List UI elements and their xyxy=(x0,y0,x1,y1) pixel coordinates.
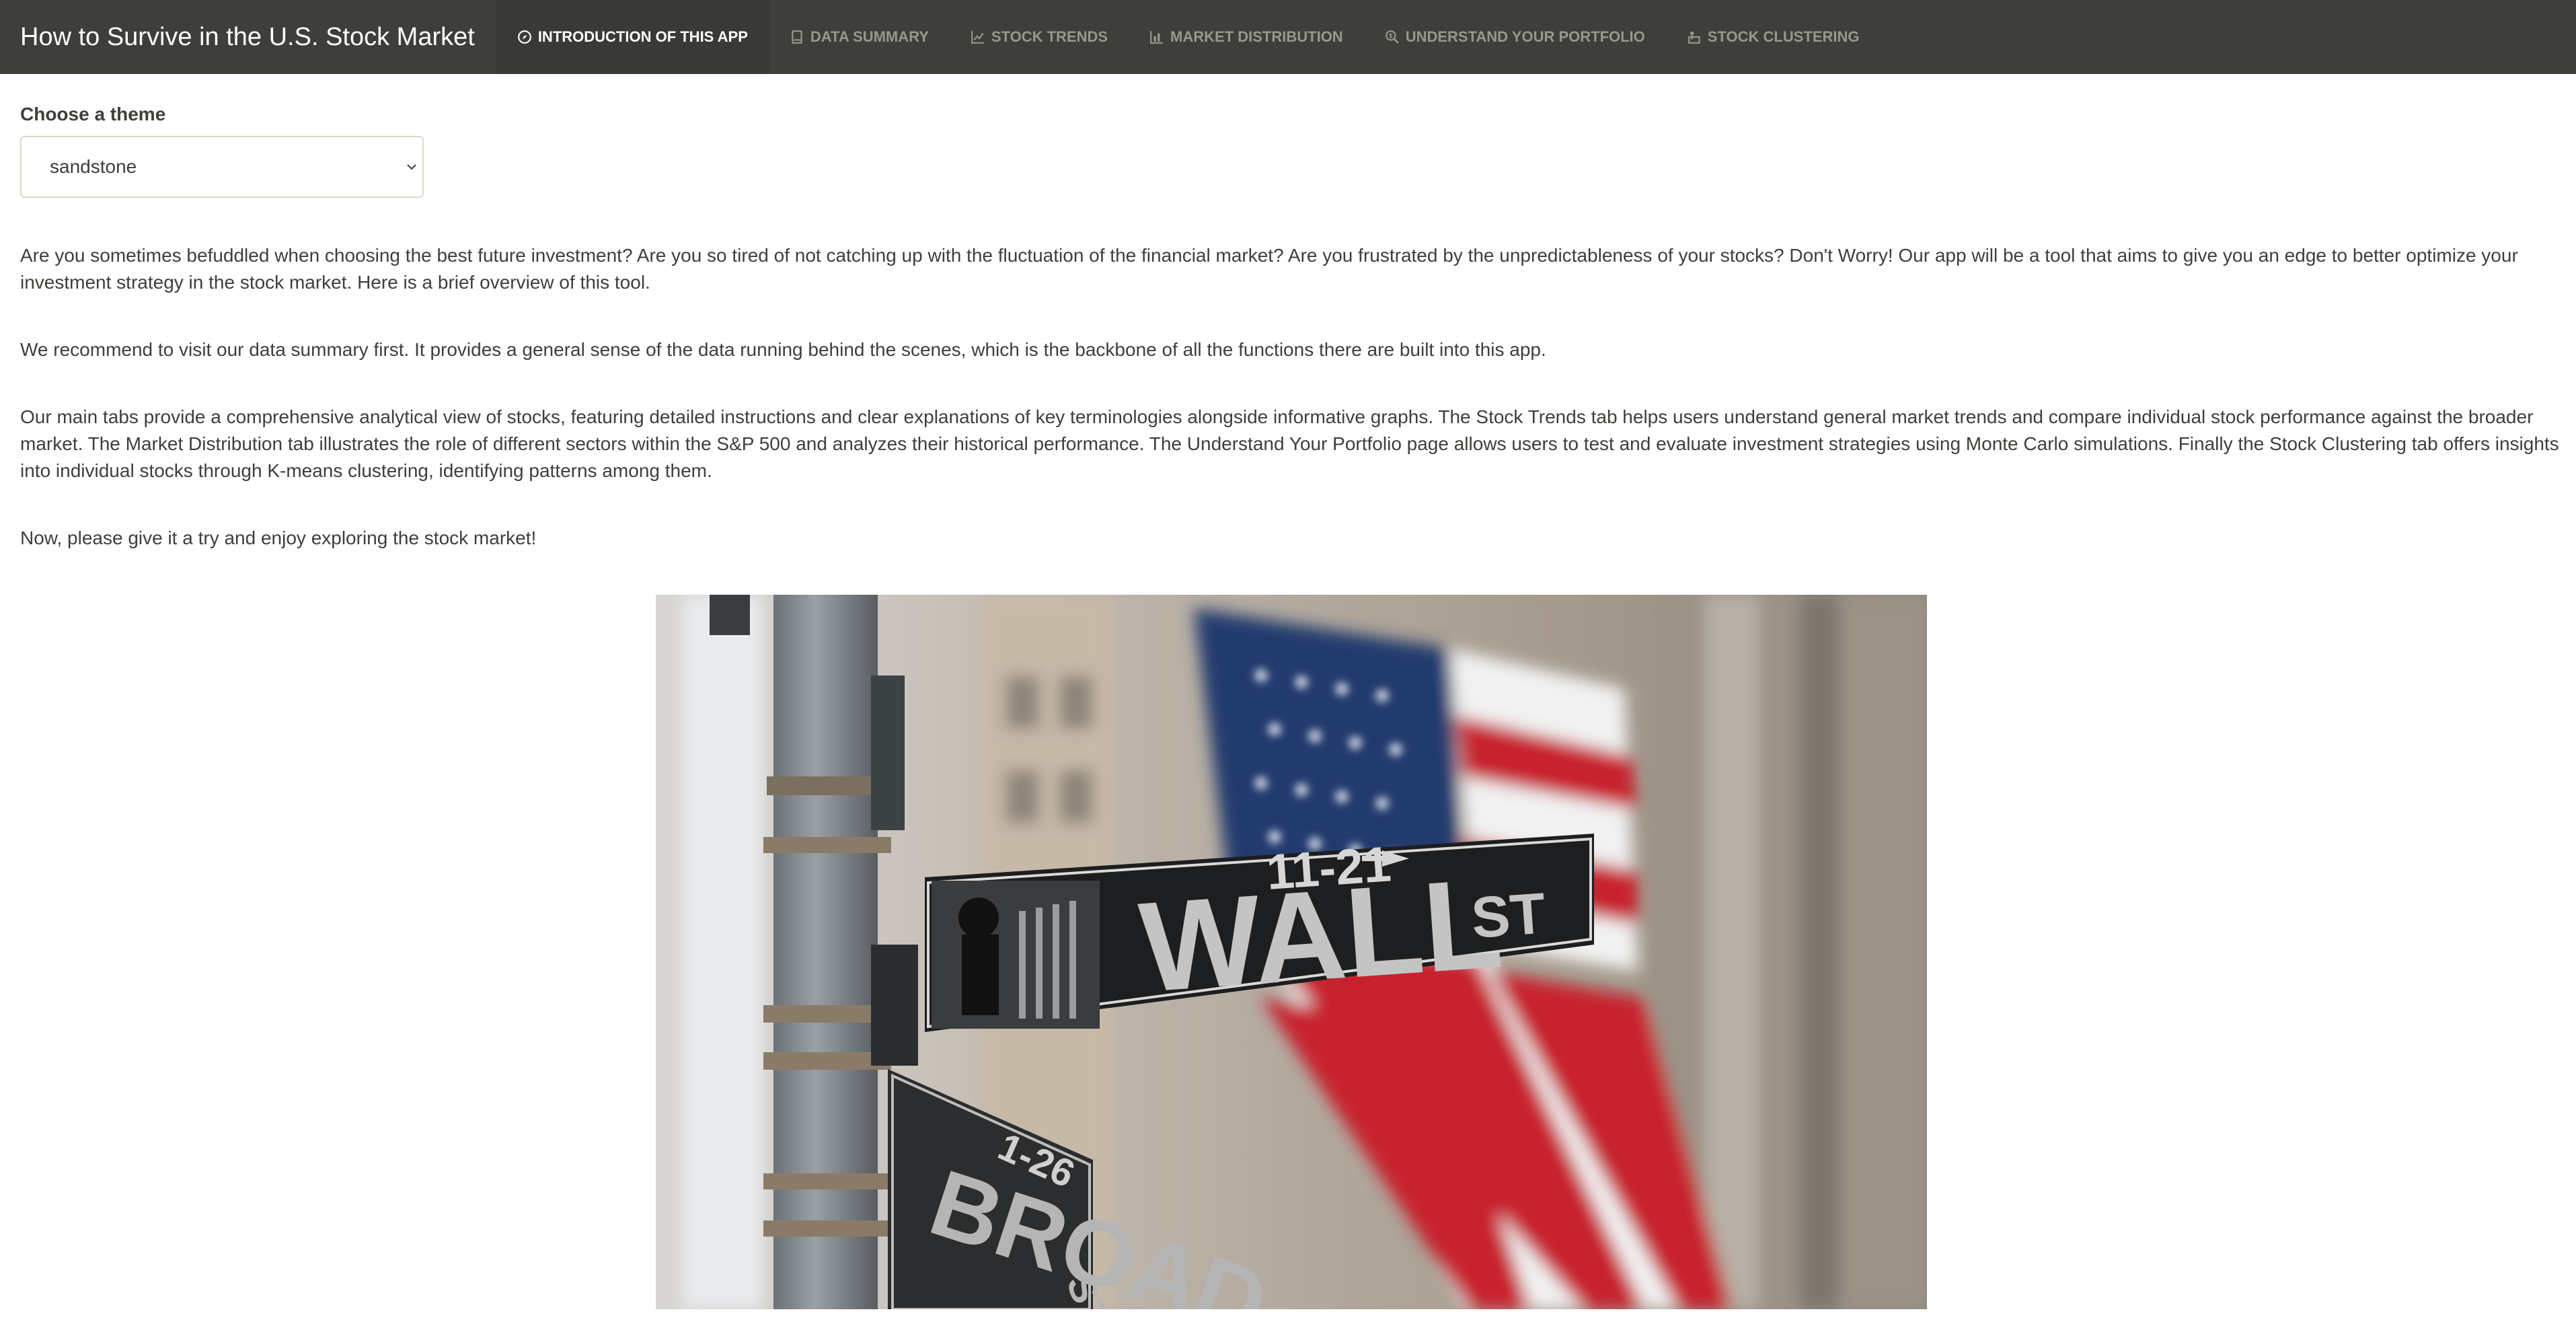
intro-paragraph-2: We recommend to visit our data summary f… xyxy=(20,339,1546,360)
intro-paragraph-4: Now, please give it a try and enjoy expl… xyxy=(20,527,537,548)
wall-street-photo: 11-21 WALL ST 1-26 BROAD ST xyxy=(656,595,1927,1309)
tab-market-distribution[interactable]: Market Distribution xyxy=(1129,0,1364,74)
top-navbar: How to Survive in the U.S. Stock Market … xyxy=(0,0,2576,74)
theme-select[interactable]: sandstone xyxy=(20,136,424,198)
intro-paragraph-3: Our main tabs provide a comprehensive an… xyxy=(20,406,2559,481)
tab-stock-trends[interactable]: Stock Trends xyxy=(950,0,1129,74)
book-icon xyxy=(790,30,804,44)
line-chart-icon xyxy=(971,30,985,44)
svg-text:$: $ xyxy=(1388,33,1392,40)
tab-data-summary[interactable]: Data Summary xyxy=(769,0,950,74)
nav-tabs: Introduction of this app Data Summary St… xyxy=(496,0,1881,74)
tab-stock-trends-label: Stock Trends xyxy=(991,28,1108,45)
tab-data-summary-label: Data Summary xyxy=(810,28,929,45)
sign-top-suffix: ST xyxy=(1470,881,1548,951)
chevron-down-icon xyxy=(405,160,418,174)
tab-understand-portfolio[interactable]: $ Understand Your Portfolio xyxy=(1364,0,1666,74)
tab-stock-clustering[interactable]: Stock Clustering xyxy=(1666,0,1881,74)
theme-label: Choose a theme xyxy=(20,104,166,124)
tab-market-distribution-label: Market Distribution xyxy=(1170,28,1343,45)
intro-paragraph-1: Are you sometimes befuddled when choosin… xyxy=(20,245,2518,293)
sign-top-street: WALL xyxy=(1135,852,1507,1019)
magnifier-dollar-icon: $ xyxy=(1385,30,1400,44)
app-title[interactable]: How to Survive in the U.S. Stock Market xyxy=(0,0,496,74)
person-chalkboard-icon xyxy=(1687,30,1702,44)
tab-introduction-label: Introduction of this app xyxy=(537,28,748,45)
tab-introduction[interactable]: Introduction of this app xyxy=(496,0,769,74)
tab-understand-portfolio-label: Understand Your Portfolio xyxy=(1405,28,1645,45)
tab-stock-clustering-label: Stock Clustering xyxy=(1707,28,1860,45)
theme-select-value: sandstone xyxy=(50,156,137,177)
bar-chart-icon xyxy=(1149,30,1164,44)
compass-icon xyxy=(517,30,532,44)
wall-street-photo-illustration: 11-21 WALL ST 1-26 BROAD ST xyxy=(656,595,1927,1309)
